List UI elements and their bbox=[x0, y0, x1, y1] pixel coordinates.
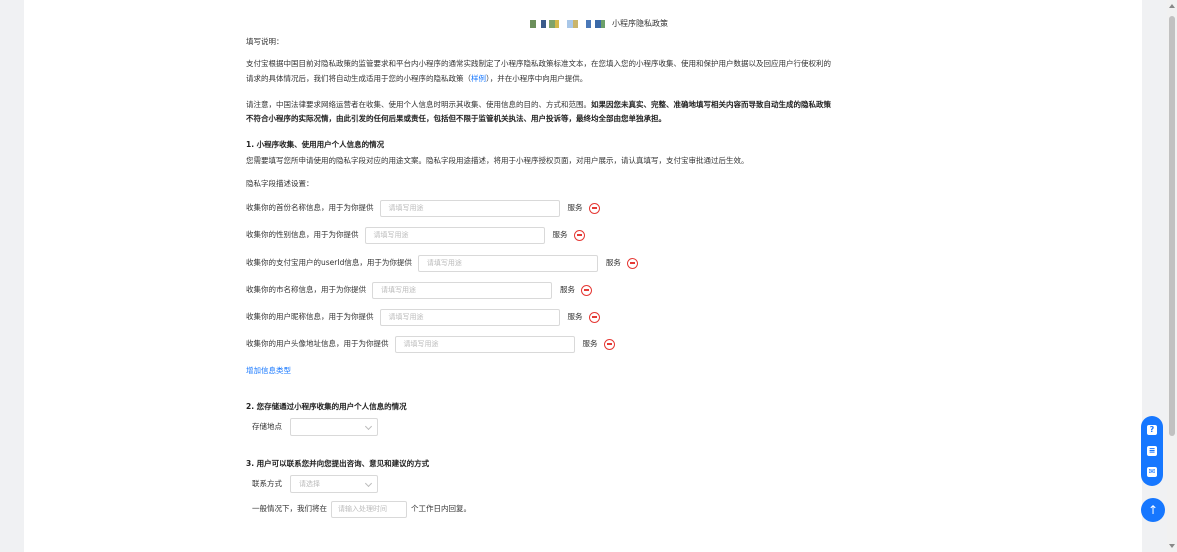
input-placeholder: 请填写用途 bbox=[373, 230, 409, 239]
privacy-field-row: 收集你的用户头像地址信息，用于为你提供 请填写用途 服务 bbox=[246, 334, 615, 354]
input-placeholder: 请填写用途 bbox=[381, 285, 416, 294]
field-label: 收集你的用户头像地址信息，用于为你提供 bbox=[246, 339, 389, 349]
chevron-down-icon bbox=[364, 479, 373, 488]
purpose-input[interactable]: 请填写用途 bbox=[417, 254, 598, 272]
field-label: 收集你的首份名称信息，用于为你提供 bbox=[246, 203, 374, 213]
reply-text-post: 个工作日内回复。 bbox=[411, 504, 471, 514]
input-placeholder: 请填写用途 bbox=[388, 312, 424, 321]
minus-circle-icon[interactable] bbox=[581, 284, 592, 296]
privacy-field-row: 收集你的支付宝用户的userId信息，用于为你提供 请填写用途 服务 bbox=[246, 253, 638, 273]
reply-time-row: 一般情况下，我们将在 请输入处理时间 个工作日内回复。 bbox=[252, 499, 471, 519]
arrow-up-icon[interactable]: ↑ bbox=[1141, 498, 1165, 522]
scroll-up-icon[interactable] bbox=[1169, 4, 1175, 8]
minus-circle-icon[interactable] bbox=[603, 338, 615, 350]
contact-placeholder: 请选择 bbox=[299, 479, 320, 488]
page-title: 小程序隐私政策 bbox=[612, 19, 668, 28]
minus-circle-icon[interactable] bbox=[573, 229, 585, 241]
section1-heading: 1. 小程序收集、使用用户个人信息的情况 bbox=[246, 140, 385, 149]
input-placeholder: 请填写用途 bbox=[388, 203, 424, 212]
purpose-input[interactable]: 请填写用途 bbox=[364, 226, 545, 244]
privacy-field-row: 收集你的性别信息，用于为你提供 请填写用途 服务 bbox=[246, 225, 585, 245]
field-suffix: 服务 bbox=[552, 230, 568, 240]
intro-warning: 如果因您未真实、完整、准确地填写相关内容而导致自动生成的隐私政策 bbox=[591, 100, 831, 109]
purpose-input[interactable]: 请填写用途 bbox=[379, 308, 560, 326]
contact-label: 联系方式 bbox=[252, 479, 282, 489]
page-scrollbar[interactable] bbox=[1167, 0, 1177, 552]
section3-heading: 3. 用户可以联系您并向您提出咨询、意见和建议的方式 bbox=[246, 459, 430, 468]
intro-paragraph-2-line-2: 不符合小程序的实际况情，由此引发的任何后果或责任，包括但不限于监管机关执法、用户… bbox=[246, 114, 666, 123]
contact-select[interactable]: 请选择 bbox=[290, 475, 378, 493]
input-placeholder: 请填写用途 bbox=[403, 339, 439, 348]
field-label: 收集你的支付宝用户的userId信息，用于为你提供 bbox=[246, 258, 412, 268]
question-icon[interactable]: ? bbox=[1147, 425, 1157, 436]
sample-link[interactable]: 样例 bbox=[471, 74, 486, 83]
field-suffix: 服务 bbox=[560, 285, 575, 295]
purpose-input[interactable]: 请填写用途 bbox=[394, 335, 575, 353]
purpose-input[interactable]: 请填写用途 bbox=[379, 199, 560, 217]
minus-circle-icon[interactable] bbox=[626, 257, 638, 269]
intro-paragraph-1-line-2: 请求的具体情况后，我们将自动生成适用于您的小程序的隐私政策（样例），并在小程序中… bbox=[246, 73, 587, 84]
purpose-input[interactable]: 请填写用途 bbox=[372, 281, 552, 299]
add-info-type-link[interactable]: 增加信息类型 bbox=[246, 365, 291, 376]
privacy-field-settings-label: 隐私字段描述设置： bbox=[246, 179, 314, 188]
page-title-row: 小程序隐私政策 bbox=[530, 18, 730, 30]
contact-row: 联系方式 请选择 bbox=[252, 474, 378, 494]
privacy-field-row: 收集你的首份名称信息，用于为你提供 请填写用途 服务 bbox=[246, 198, 600, 218]
field-label: 收集你的市名称信息，用于为你提供 bbox=[246, 285, 366, 295]
minus-circle-icon[interactable] bbox=[588, 311, 600, 323]
storage-select[interactable] bbox=[290, 418, 378, 436]
redacted-app-name bbox=[530, 20, 610, 28]
section2-heading: 2. 您存储通过小程序收集的用户个人信息的情况 bbox=[246, 402, 407, 411]
intro-heading: 填写说明： bbox=[246, 37, 284, 46]
field-suffix: 服务 bbox=[567, 203, 583, 213]
field-suffix: 服务 bbox=[582, 339, 598, 349]
input-placeholder: 请填写用途 bbox=[426, 258, 462, 267]
reply-text-pre: 一般情况下，我们将在 bbox=[252, 504, 327, 514]
page-card: 小程序隐私政策 填写说明： 支付宝根据中国目前对隐私政策的监管要求和平台内小程序… bbox=[24, 0, 1142, 552]
chat-icon[interactable]: ≡ bbox=[1147, 445, 1157, 456]
floating-help-bar: ? ≡ ✉ bbox=[1141, 416, 1163, 486]
intro-paragraph-2-line-1: 请注意，中国法律要求网络运营者在收集、使用个人信息时明示其收集、使用信息的目的、… bbox=[246, 99, 831, 110]
reply-time-input[interactable]: 请输入处理时间 bbox=[331, 500, 407, 518]
storage-label: 存储地点 bbox=[252, 422, 282, 432]
scroll-thumb[interactable] bbox=[1169, 16, 1175, 436]
intro-text: ），并在小程序中向用户提供。 bbox=[486, 74, 588, 83]
minus-circle-icon[interactable] bbox=[588, 202, 600, 214]
mail-icon[interactable]: ✉ bbox=[1147, 466, 1157, 477]
chevron-down-icon bbox=[364, 422, 373, 431]
field-suffix: 服务 bbox=[567, 312, 583, 322]
intro-text: 请求的具体情况后，我们将自动生成适用于您的小程序的隐私政策（ bbox=[246, 74, 471, 83]
section1-description: 您需要填写您所申请使用的隐私字段对应的用途文案。隐私字段用途描述，将用于小程序授… bbox=[246, 156, 749, 165]
field-label: 收集你的性别信息，用于为你提供 bbox=[246, 230, 359, 240]
intro-text: 请注意，中国法律要求网络运营者在收集、使用个人信息时明示其收集、使用信息的目的、… bbox=[246, 100, 591, 109]
field-label: 收集你的用户昵称信息，用于为你提供 bbox=[246, 312, 374, 322]
field-suffix: 服务 bbox=[605, 258, 621, 268]
privacy-field-row: 收集你的用户昵称信息，用于为你提供 请填写用途 服务 bbox=[246, 307, 600, 327]
storage-row: 存储地点 bbox=[252, 417, 378, 437]
intro-paragraph-1-line-1: 支付宝根据中国目前对隐私政策的监管要求和平台内小程序的通常实践制定了小程序隐私政… bbox=[246, 59, 831, 68]
scroll-down-icon[interactable] bbox=[1169, 544, 1175, 548]
input-placeholder: 请输入处理时间 bbox=[338, 504, 387, 513]
privacy-field-row: 收集你的市名称信息，用于为你提供 请填写用途 服务 bbox=[246, 280, 592, 300]
